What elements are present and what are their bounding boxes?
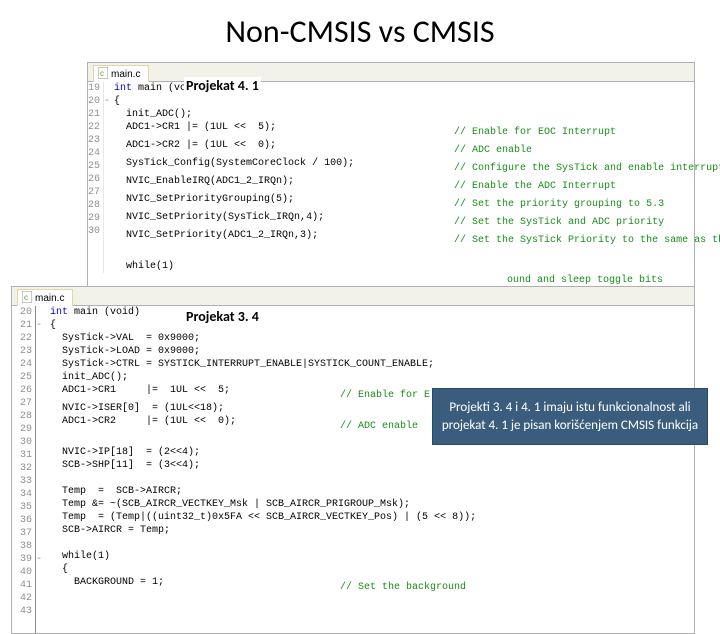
- tab-main-c-1[interactable]: c main.c: [93, 65, 149, 82]
- tab-label-1: main.c: [111, 69, 140, 80]
- svg-text:c: c: [24, 293, 28, 302]
- svg-text:c: c: [100, 69, 104, 78]
- code-panel-3-4: c main.c 2021222324252627282930313233343…: [11, 286, 695, 634]
- tab-strip-1: c main.c: [88, 63, 694, 82]
- label-projekat-4-1: Projekat 4. 1: [184, 77, 261, 94]
- slide-title: Non-CMSIS vs CMSIS: [0, 0, 720, 53]
- tab-main-c-2[interactable]: c main.c: [17, 289, 73, 306]
- file-icon: c: [22, 291, 32, 306]
- code-lines-1: int main (void) { init_ADC(); ADC1->CR1 …: [110, 82, 720, 273]
- linenum-gutter-1: 192021222324252627282930: [88, 82, 104, 273]
- file-icon: c: [98, 67, 108, 82]
- label-projekat-3-4: Projekat 3. 4: [184, 308, 261, 325]
- code-lines-2: int main (void) { SysTick->VAL = 0x9000;…: [46, 306, 476, 633]
- fold-gutter-2: - -: [36, 306, 46, 633]
- peek-line: ound and sleep toggle bits: [87, 275, 693, 286]
- tab-strip-2: c main.c: [12, 287, 694, 306]
- callout-box: Projekti 3. 4 i 4. 1 imaju istu funkcion…: [432, 388, 708, 445]
- tab-label-2: main.c: [35, 293, 64, 304]
- linenum-gutter-2: 2021222324252627282930313233343536373839…: [12, 306, 36, 633]
